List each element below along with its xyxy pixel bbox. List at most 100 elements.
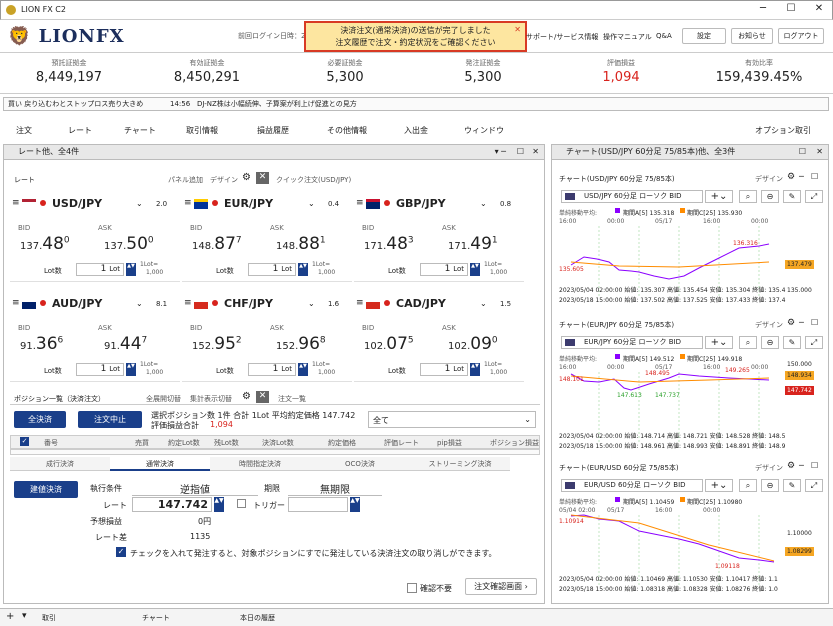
cond-select[interactable]: 逆指値: [132, 481, 258, 496]
drag-handle-icon[interactable]: ≡: [356, 198, 364, 208]
expand-toggle[interactable]: 全展開切替: [146, 394, 181, 404]
design-link[interactable]: デザイン: [755, 320, 783, 330]
order-tab[interactable]: OCO決済: [310, 457, 410, 471]
chevron-down-icon[interactable]: ⌄: [136, 299, 143, 308]
period-select[interactable]: 無期限: [288, 481, 382, 496]
zoom-out-icon[interactable]: ⊖: [761, 190, 779, 203]
minimize-icon[interactable]: ─: [799, 461, 804, 470]
menu-other-info[interactable]: その他情報: [327, 125, 367, 136]
magnify-icon[interactable]: ⌕: [739, 336, 757, 349]
menu-pl-history[interactable]: 損益履歴: [257, 125, 289, 136]
panel-close-icon[interactable]: ✕: [816, 145, 823, 159]
lot-stepper[interactable]: ▲▼: [126, 363, 136, 376]
crosshair-icon[interactable]: ⤢: [805, 336, 823, 349]
pen-icon[interactable]: ✎: [783, 479, 801, 492]
bottom-tab-chart[interactable]: チャート: [142, 613, 170, 623]
design-link[interactable]: デザイン: [755, 174, 783, 184]
bid-price[interactable]: 102.075: [364, 334, 414, 354]
menu-trade-info[interactable]: 取引情報: [186, 125, 218, 136]
minimize-icon[interactable]: ─: [799, 172, 804, 181]
lot-input[interactable]: 1 Lot: [248, 363, 296, 376]
trigger-input[interactable]: [288, 497, 348, 512]
chevron-down-icon[interactable]: ⌄: [308, 199, 315, 208]
bid-price[interactable]: 148.877: [192, 234, 242, 254]
table-col-header[interactable]: 約定価格: [328, 438, 356, 448]
ask-price[interactable]: 148.881: [276, 234, 326, 254]
trigger-checkbox[interactable]: [237, 499, 246, 508]
table-col-header[interactable]: ポジション損益: [490, 438, 539, 448]
bid-price[interactable]: 152.952: [192, 334, 242, 354]
summary-toggle[interactable]: 集計表示切替: [190, 394, 232, 404]
news-button[interactable]: お知らせ: [731, 28, 773, 44]
chevron-down-icon[interactable]: ⌄: [136, 199, 143, 208]
chart-plot[interactable]: [559, 505, 785, 585]
chart-selector[interactable]: EUR/JPY 60分足 ローソク BID: [561, 336, 703, 349]
pair-name[interactable]: EUR/JPY: [224, 197, 273, 210]
table-col-header[interactable]: 番号: [44, 438, 58, 448]
ask-price[interactable]: 91.447: [104, 334, 147, 354]
drag-handle-icon[interactable]: ≡: [184, 298, 192, 308]
table-col-header[interactable]: 評価レート: [384, 438, 419, 448]
close-button[interactable]: ✕: [809, 3, 829, 17]
lot-stepper[interactable]: ▲▼: [470, 363, 480, 376]
open-price-close-button[interactable]: 建値決済: [14, 481, 78, 498]
order-tab[interactable]: 通常決済: [110, 457, 210, 471]
bid-price[interactable]: 91.366: [20, 334, 63, 354]
panel-menu-icon[interactable]: ▾ ─: [495, 145, 506, 159]
lot-stepper[interactable]: ▲▼: [470, 263, 480, 276]
lot-stepper[interactable]: ▲▼: [298, 263, 308, 276]
bid-price[interactable]: 171.483: [364, 234, 414, 254]
add-tab-icon[interactable]: +: [6, 611, 14, 622]
maximize-icon[interactable]: ☐: [811, 172, 818, 181]
drag-handle-icon[interactable]: ≡: [12, 298, 20, 308]
filter-select[interactable]: 全て ⌄: [368, 411, 536, 428]
rate-stepper[interactable]: ▲▼: [214, 497, 224, 512]
magnify-icon[interactable]: ⌕: [739, 190, 757, 203]
crosshair-icon[interactable]: ⤢: [805, 479, 823, 492]
support-link[interactable]: サポート/サービス情報: [526, 32, 598, 42]
close-all-button[interactable]: 全決済: [14, 411, 66, 428]
scrollbar[interactable]: [10, 449, 540, 455]
maximize-button[interactable]: ☐: [781, 3, 801, 17]
pair-name[interactable]: AUD/JPY: [52, 297, 102, 310]
toast-close-icon[interactable]: ✕: [514, 24, 521, 36]
chevron-down-icon[interactable]: ⌄: [480, 199, 487, 208]
menu-icon[interactable]: ▾: [22, 611, 27, 621]
table-col-header[interactable]: 約定Lot数: [168, 438, 200, 448]
lot-stepper[interactable]: ▲▼: [126, 263, 136, 276]
drag-handle-icon[interactable]: ≡: [184, 198, 192, 208]
bottom-tab-trade[interactable]: 取引: [42, 613, 56, 623]
table-col-header[interactable]: pip損益: [437, 438, 462, 448]
ask-price[interactable]: 152.968: [276, 334, 326, 354]
qa-link[interactable]: Q&A: [656, 32, 672, 40]
panel-add-link[interactable]: パネル追加: [168, 175, 203, 185]
chevron-down-icon[interactable]: ⌄: [480, 299, 487, 308]
pen-icon[interactable]: ✎: [783, 190, 801, 203]
trigger-stepper[interactable]: ▲▼: [350, 497, 360, 512]
order-tab[interactable]: 時間指定決済: [210, 457, 310, 471]
zoom-out-icon[interactable]: ⊖: [761, 479, 779, 492]
menu-window[interactable]: ウィンドウ: [464, 125, 504, 136]
gear-icon[interactable]: ⚙: [242, 172, 251, 183]
magnify-icon[interactable]: ⌕: [739, 479, 757, 492]
logout-button[interactable]: ログアウト: [778, 28, 824, 44]
add-indicator-button[interactable]: +⌄: [705, 336, 733, 349]
ask-price[interactable]: 137.500: [104, 234, 154, 254]
crosshair-icon[interactable]: ⤢: [805, 190, 823, 203]
minimize-button[interactable]: ─: [753, 3, 773, 17]
drag-handle-icon[interactable]: ≡: [12, 198, 20, 208]
add-indicator-button[interactable]: +⌄: [705, 190, 733, 203]
zoom-out-icon[interactable]: ⊖: [761, 336, 779, 349]
gear-icon[interactable]: ⚙: [242, 391, 251, 402]
bid-price[interactable]: 137.480: [20, 234, 70, 254]
close-icon[interactable]: ✕: [256, 172, 269, 184]
cancel-order-button[interactable]: 注文中止: [78, 411, 142, 428]
rate-input[interactable]: 147.742: [132, 497, 212, 512]
manual-link[interactable]: 操作マニュアル: [603, 32, 652, 42]
table-col-header[interactable]: 決済Lot数: [262, 438, 294, 448]
select-all-checkbox[interactable]: ✓: [20, 437, 29, 446]
menu-order[interactable]: 注文: [16, 125, 32, 136]
news-ticker[interactable]: 買い 戻り込むわとストップロス売り大きめ 14:56 DJ-NZ株は小幅続伸、子…: [3, 97, 829, 111]
menu-options[interactable]: オプション取引: [755, 125, 811, 136]
gear-icon[interactable]: ⚙: [787, 318, 795, 328]
